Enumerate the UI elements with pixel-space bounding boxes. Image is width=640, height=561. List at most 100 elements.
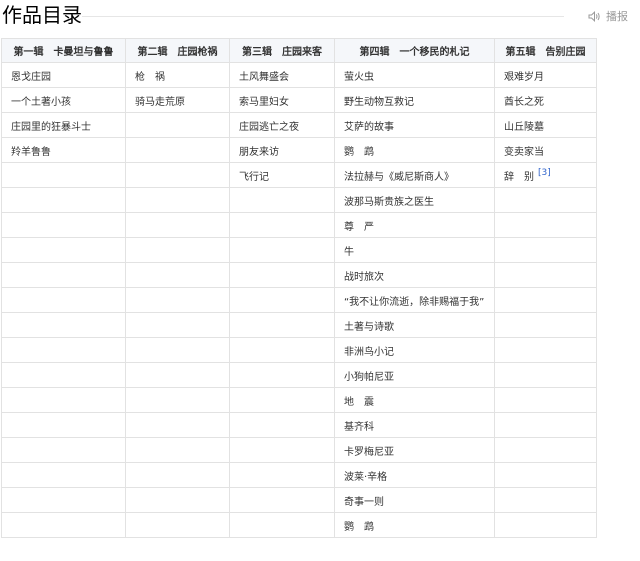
cell-text: 艾萨的故事 (344, 121, 394, 133)
table-cell (494, 512, 597, 538)
table-row: 卡罗梅尼亚 (1, 437, 597, 463)
cell-text: 非洲鸟小记 (344, 346, 394, 358)
table-cell (125, 337, 230, 363)
table-cell (494, 262, 597, 288)
table-cell (125, 487, 230, 513)
table-cell (494, 437, 597, 463)
table-cell (125, 112, 230, 138)
table-cell (125, 237, 230, 263)
table-cell (125, 362, 230, 388)
table-cell (1, 412, 126, 438)
table-row: 奇事一则 (1, 487, 597, 513)
section-title: 作品目录 (2, 3, 82, 27)
cell-text: 辞 别 (504, 171, 534, 183)
table-header-row: 第一辑 卡曼坦与鲁鲁 第二辑 庄园枪祸 第三辑 庄园来客 第四辑 一个移民的札记… (1, 38, 597, 63)
table-cell (1, 487, 126, 513)
cell-text: 小狗帕尼亚 (344, 371, 394, 383)
table-cell (125, 212, 230, 238)
table-cell: 变卖家当 (494, 137, 597, 163)
speak-button[interactable]: 播报 (588, 8, 628, 24)
table-cell: 牛 (334, 237, 495, 263)
table-cell: 小狗帕尼亚 (334, 362, 495, 388)
table-cell (229, 337, 335, 363)
table-cell (229, 387, 335, 413)
cell-text: 波莱·辛格 (344, 471, 388, 483)
cell-text: 牛 (344, 246, 354, 258)
cell-text: 一个土著小孩 (11, 96, 71, 108)
column-header: 第五辑 告别庄园 (494, 38, 597, 63)
reference-link[interactable]: [3] (538, 168, 551, 178)
table-cell (229, 212, 335, 238)
table-cell (125, 162, 230, 188)
table-cell: 尊 严 (334, 212, 495, 238)
cell-text: “我不让你流逝，除非赐福于我” (344, 296, 485, 308)
table-cell (229, 412, 335, 438)
table-cell (229, 487, 335, 513)
table-cell: 飞行记 (229, 162, 335, 188)
table-cell (229, 312, 335, 338)
table-cell (494, 212, 597, 238)
table-row: 一个土著小孩 骑马走荒原 索马里妇女 野生动物互救记 酋长之死 (1, 87, 597, 113)
speaker-icon (588, 10, 601, 22)
cell-text: 战时旅次 (344, 271, 384, 283)
cell-text: 索马里妇女 (239, 96, 289, 108)
table-cell (494, 337, 597, 363)
table-cell: 鹦 鹉 (334, 137, 495, 163)
table-cell (125, 512, 230, 538)
table-row: 基齐科 (1, 412, 597, 438)
table-cell: 波那马斯贵族之医生 (334, 187, 495, 213)
column-header: 第四辑 一个移民的札记 (334, 38, 495, 63)
header-divider (82, 16, 564, 17)
cell-text: 基齐科 (344, 421, 374, 433)
table-cell (125, 187, 230, 213)
cell-text: 土风舞盛会 (239, 71, 289, 83)
cell-text: 尊 严 (344, 221, 374, 233)
cell-text: 庄园里的狂暴斗士 (11, 121, 91, 133)
table-cell (1, 287, 126, 313)
cell-text: 鹦 鹉 (344, 146, 374, 158)
table-cell (229, 287, 335, 313)
table-cell: 辞 别 [3] (494, 162, 597, 188)
table-cell (125, 412, 230, 438)
table-cell (229, 262, 335, 288)
table-cell: 萤火虫 (334, 62, 495, 88)
cell-text: 土著与诗歌 (344, 321, 394, 333)
section-header: 作品目录 播报 (0, 0, 640, 34)
cell-text: 庄园逃亡之夜 (239, 121, 299, 133)
cell-text: 艰难岁月 (504, 71, 544, 83)
table-row: 庄园里的狂暴斗士 庄园逃亡之夜 艾萨的故事 山丘陵墓 (1, 112, 597, 138)
table-cell (1, 462, 126, 488)
table-cell: 一个土著小孩 (1, 87, 126, 113)
table-cell (229, 362, 335, 388)
cell-text: 骑马走荒原 (135, 96, 185, 108)
table-cell (1, 162, 126, 188)
table-cell (125, 287, 230, 313)
table-cell: 酋长之死 (494, 87, 597, 113)
table-cell: 卡罗梅尼亚 (334, 437, 495, 463)
cell-text: 酋长之死 (504, 96, 544, 108)
table-cell: 朋友来访 (229, 137, 335, 163)
table-row: 羚羊鲁鲁 朋友来访 鹦 鹉 变卖家当 (1, 137, 597, 163)
table-cell: 法拉赫与《威尼斯商人》 (334, 162, 495, 188)
table-cell: 非洲鸟小记 (334, 337, 495, 363)
table-cell (229, 437, 335, 463)
cell-text: 萤火虫 (344, 71, 374, 83)
table-cell: 地 震 (334, 387, 495, 413)
table-row: 鹦 鹉 (1, 512, 597, 538)
table-cell (494, 462, 597, 488)
table-cell (1, 437, 126, 463)
table-cell (494, 412, 597, 438)
table-row: 小狗帕尼亚 (1, 362, 597, 388)
table-cell: 奇事一则 (334, 487, 495, 513)
table-row: 飞行记 法拉赫与《威尼斯商人》 辞 别 [3] (1, 162, 597, 188)
table-cell: 恩戈庄园 (1, 62, 126, 88)
table-cell: 索马里妇女 (229, 87, 335, 113)
table-row: 地 震 (1, 387, 597, 413)
table-cell: 庄园逃亡之夜 (229, 112, 335, 138)
cell-text: 鹦 鹉 (344, 521, 374, 533)
cell-text: 山丘陵墓 (504, 121, 544, 133)
table-cell (494, 387, 597, 413)
table-row: 牛 (1, 237, 597, 263)
table-cell: 野生动物互救记 (334, 87, 495, 113)
table-cell (494, 237, 597, 263)
